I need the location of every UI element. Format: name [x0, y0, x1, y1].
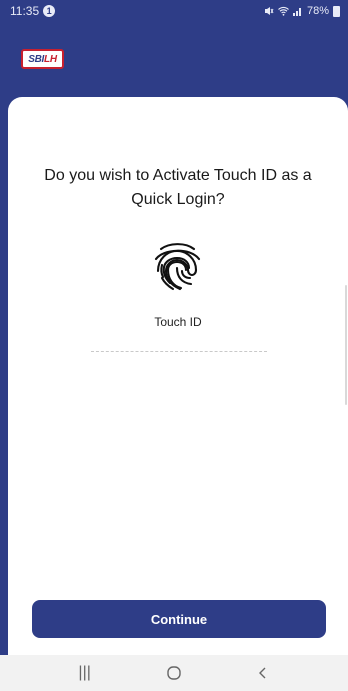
fingerprint-icon[interactable] — [148, 237, 206, 295]
logo-lh: LH — [44, 53, 57, 65]
status-time: 11:35 — [10, 4, 40, 18]
recents-button[interactable]: ||| — [65, 659, 105, 687]
activation-card: Do you wish to Activate Touch ID as a Qu… — [8, 97, 348, 655]
back-button[interactable] — [243, 659, 283, 687]
status-right: 78% — [264, 5, 340, 17]
logo-sbi: SBI — [28, 53, 45, 65]
home-icon — [167, 666, 181, 680]
page-title: Do you wish to Activate Touch ID as a Qu… — [44, 167, 312, 208]
recents-icon: ||| — [78, 664, 91, 681]
home-button[interactable] — [154, 659, 194, 687]
touch-id-label: Touch ID — [154, 315, 202, 329]
status-bar: 11:35 1 78% — [0, 0, 348, 22]
wifi-icon — [278, 6, 289, 16]
continue-button[interactable]: Continue — [32, 600, 326, 638]
system-nav-bar: ||| — [0, 655, 348, 691]
battery-icon — [333, 5, 340, 17]
mute-icon — [264, 7, 274, 15]
notification-badge: 1 — [43, 5, 56, 17]
status-left: 11:35 1 — [10, 4, 56, 18]
screen: 11:35 1 78% SBI LH Do you wish to Activat… — [0, 0, 348, 691]
divider — [91, 351, 267, 352]
signal-icon — [292, 8, 301, 16]
sbilh-logo: SBI LH — [21, 49, 64, 69]
battery-percent: 78% — [306, 5, 329, 17]
app-header: SBI LH — [0, 22, 348, 98]
scrollbar — [345, 285, 347, 405]
back-icon — [259, 667, 266, 679]
